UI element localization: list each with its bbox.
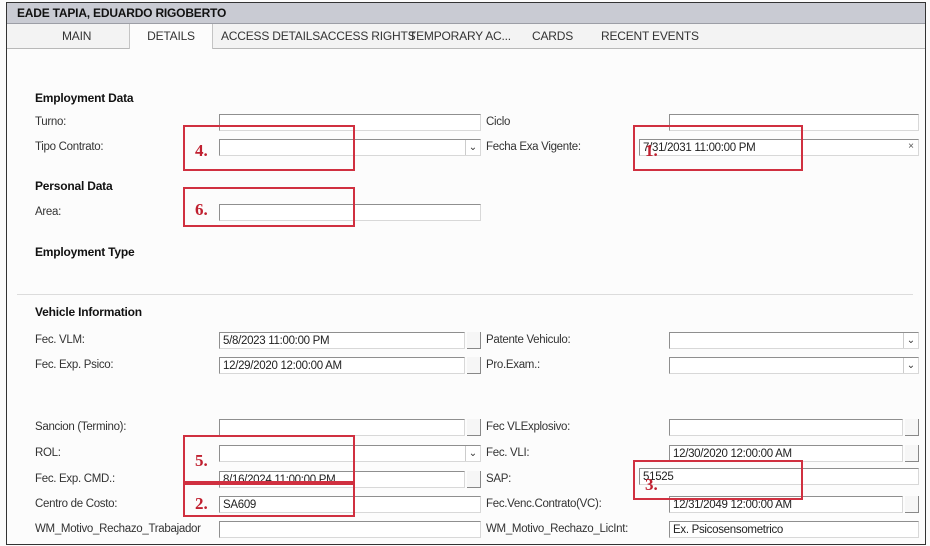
fec-vl-explosivo-picker-button[interactable] bbox=[905, 419, 919, 436]
fec-vli-picker-button[interactable] bbox=[905, 445, 919, 462]
fec-vlm-label: Fec. VLM: bbox=[35, 334, 85, 346]
annotation-box-3 bbox=[633, 460, 803, 500]
fec-venc-contrato-picker-button[interactable] bbox=[905, 496, 919, 513]
turno-label: Turno: bbox=[35, 116, 67, 128]
rol-label: ROL: bbox=[35, 447, 61, 459]
employee-details-window: EADE TAPIA, EDUARDO RIGOBERTO MAIN DETAI… bbox=[6, 2, 926, 545]
employment-type-heading: Employment Type bbox=[35, 245, 135, 259]
tab-recent-events[interactable]: RECENT EVENTS bbox=[601, 29, 699, 43]
employment-data-heading: Employment Data bbox=[35, 91, 134, 105]
wm-motivo-licint-label: WM_Motivo_Rechazo_LicInt: bbox=[486, 523, 629, 535]
sancion-label: Sancion (Termino): bbox=[35, 421, 127, 433]
fecha-exa-vigente-label: Fecha Exa Vigente: bbox=[486, 141, 581, 153]
annotation-number-6: 6. bbox=[195, 200, 208, 219]
chevron-down-icon[interactable]: ⌄ bbox=[465, 446, 480, 461]
window-title: EADE TAPIA, EDUARDO RIGOBERTO bbox=[17, 6, 227, 20]
tab-bar: MAIN DETAILS ACCESS DETAILS ACCESS RIGHT… bbox=[7, 24, 925, 49]
patente-vehiculo-label: Patente Vehiculo: bbox=[486, 334, 571, 346]
fec-venc-contrato-label: Fec.Venc.Contrato(VC): bbox=[486, 498, 602, 510]
personal-data-heading: Personal Data bbox=[35, 179, 113, 193]
wm-motivo-licint-field[interactable]: Ex. Psicosensometrico bbox=[669, 521, 919, 538]
clear-icon[interactable]: × bbox=[908, 141, 914, 152]
patente-vehiculo-select[interactable]: ⌄ bbox=[669, 332, 919, 349]
fec-exp-cmd-label: Fec. Exp. CMD.: bbox=[35, 473, 115, 485]
annotation-box-4 bbox=[183, 125, 355, 171]
annotation-number-4: 4. bbox=[195, 141, 208, 160]
fec-exp-psico-picker-button[interactable] bbox=[467, 357, 481, 374]
centro-costo-label: Centro de Costo: bbox=[35, 498, 118, 510]
annotation-box-5 bbox=[183, 435, 355, 483]
wm-motivo-trabajador-label: WM_Motivo_Rechazo_Trabajador bbox=[35, 523, 201, 535]
fec-exp-psico-field[interactable]: 12/29/2020 12:00:00 AM bbox=[219, 357, 465, 374]
tab-cards[interactable]: CARDS bbox=[532, 29, 573, 43]
annotation-number-3: 3. bbox=[645, 475, 658, 494]
annotation-number-2: 2. bbox=[195, 494, 208, 513]
annotation-box-2 bbox=[183, 483, 355, 517]
chevron-down-icon[interactable]: ⌄ bbox=[903, 333, 918, 348]
wm-motivo-trabajador-field[interactable] bbox=[219, 521, 481, 538]
area-label: Area: bbox=[35, 206, 61, 218]
title-bar: EADE TAPIA, EDUARDO RIGOBERTO bbox=[7, 3, 925, 24]
tab-access-rights[interactable]: ACCESS RIGHTS bbox=[320, 29, 416, 43]
annotation-number-1: 1. bbox=[645, 141, 658, 160]
sancion-picker-button[interactable] bbox=[467, 419, 481, 436]
tab-details[interactable]: DETAILS bbox=[129, 24, 213, 49]
fec-vli-label: Fec. VLI: bbox=[486, 447, 530, 459]
ciclo-label: Ciclo bbox=[486, 116, 511, 128]
section-divider bbox=[17, 294, 913, 295]
vehicle-information-heading: Vehicle Information bbox=[35, 305, 142, 319]
tab-access-details[interactable]: ACCESS DETAILS bbox=[221, 29, 320, 43]
fec-vl-explosivo-label: Fec VLExplosivo: bbox=[486, 421, 571, 433]
fec-vlm-field[interactable]: 5/8/2023 11:00:00 PM bbox=[219, 332, 465, 349]
fec-vl-explosivo-field[interactable] bbox=[669, 419, 903, 436]
sap-label: SAP: bbox=[486, 473, 512, 485]
fec-exp-psico-label: Fec. Exp. Psico: bbox=[35, 359, 114, 371]
annotation-box-6 bbox=[183, 187, 355, 227]
chevron-down-icon[interactable]: ⌄ bbox=[903, 358, 918, 373]
pro-exam-select[interactable]: ⌄ bbox=[669, 357, 919, 374]
annotation-box-1 bbox=[633, 125, 803, 171]
fec-exp-cmd-picker-button[interactable] bbox=[467, 471, 481, 488]
tipo-contrato-label: Tipo Contrato: bbox=[35, 141, 104, 153]
chevron-down-icon[interactable]: ⌄ bbox=[465, 140, 480, 155]
tab-main[interactable]: MAIN bbox=[62, 29, 91, 43]
fec-vlm-picker-button[interactable] bbox=[467, 332, 481, 349]
pro-exam-label: Pro.Exam.: bbox=[486, 359, 540, 371]
sancion-field[interactable] bbox=[219, 419, 465, 436]
tab-temporary-access[interactable]: TEMPORARY AC... bbox=[409, 29, 511, 43]
annotation-number-5: 5. bbox=[195, 451, 208, 470]
